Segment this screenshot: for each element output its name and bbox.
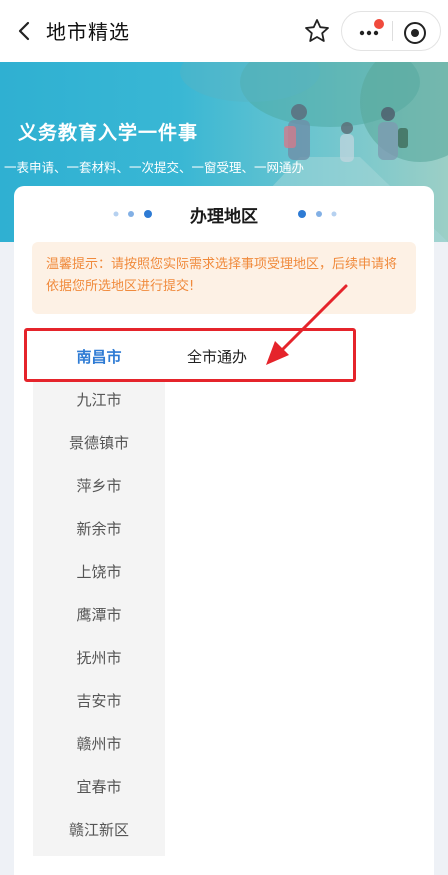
region-item[interactable]: 赣州市 [33, 723, 165, 766]
card-header: 办理地区 [14, 186, 434, 242]
region-item[interactable]: 赣江新区 [33, 809, 165, 852]
region-item[interactable]: 吉安市 [33, 680, 165, 723]
region-item[interactable]: 九江市 [33, 379, 165, 422]
more-dots-icon[interactable] [355, 18, 387, 44]
card-title: 办理地区 [190, 207, 258, 227]
hero-title: 义务教育入学一件事 [18, 122, 199, 144]
region-item[interactable]: 新余市 [33, 508, 165, 551]
star-icon[interactable] [302, 16, 332, 46]
annotation-highlight-box [24, 328, 356, 382]
region-list: 南昌市 九江市 景德镇市 萍乡市 新余市 上饶市 鹰潭市 抚州市 吉安市 赣州市 宜春市 赣江新区 [33, 336, 165, 856]
capsule-divider [392, 21, 393, 41]
region-item[interactable]: 鹰潭市 [33, 594, 165, 637]
hero-subtitle: 一表申请、一套材料、一次提交、一窗受理、一网通办 [4, 160, 305, 175]
region-selection-card: 办理地区 温馨提示：请按照您实际需求选择事项受理地区，后续申请将依据您所选地区进… [14, 186, 434, 875]
page-title: 地市精选 [46, 20, 130, 44]
notification-dot [374, 19, 384, 29]
top-navigation-bar: 地市精选 [0, 0, 448, 62]
region-item[interactable]: 萍乡市 [33, 465, 165, 508]
notice-banner: 温馨提示：请按照您实际需求选择事项受理地区，后续申请将依据您所选地区进行提交! [32, 242, 416, 314]
decorative-dots-right-icon [298, 210, 337, 218]
region-item[interactable]: 宜春市 [33, 766, 165, 809]
region-item[interactable]: 上饶市 [33, 551, 165, 594]
record-icon[interactable] [402, 20, 428, 46]
chevron-left-icon[interactable] [14, 20, 36, 42]
region-item[interactable]: 抚州市 [33, 637, 165, 680]
region-item[interactable]: 景德镇市 [33, 422, 165, 465]
sub-option-pane: 全市通办 [165, 336, 415, 856]
